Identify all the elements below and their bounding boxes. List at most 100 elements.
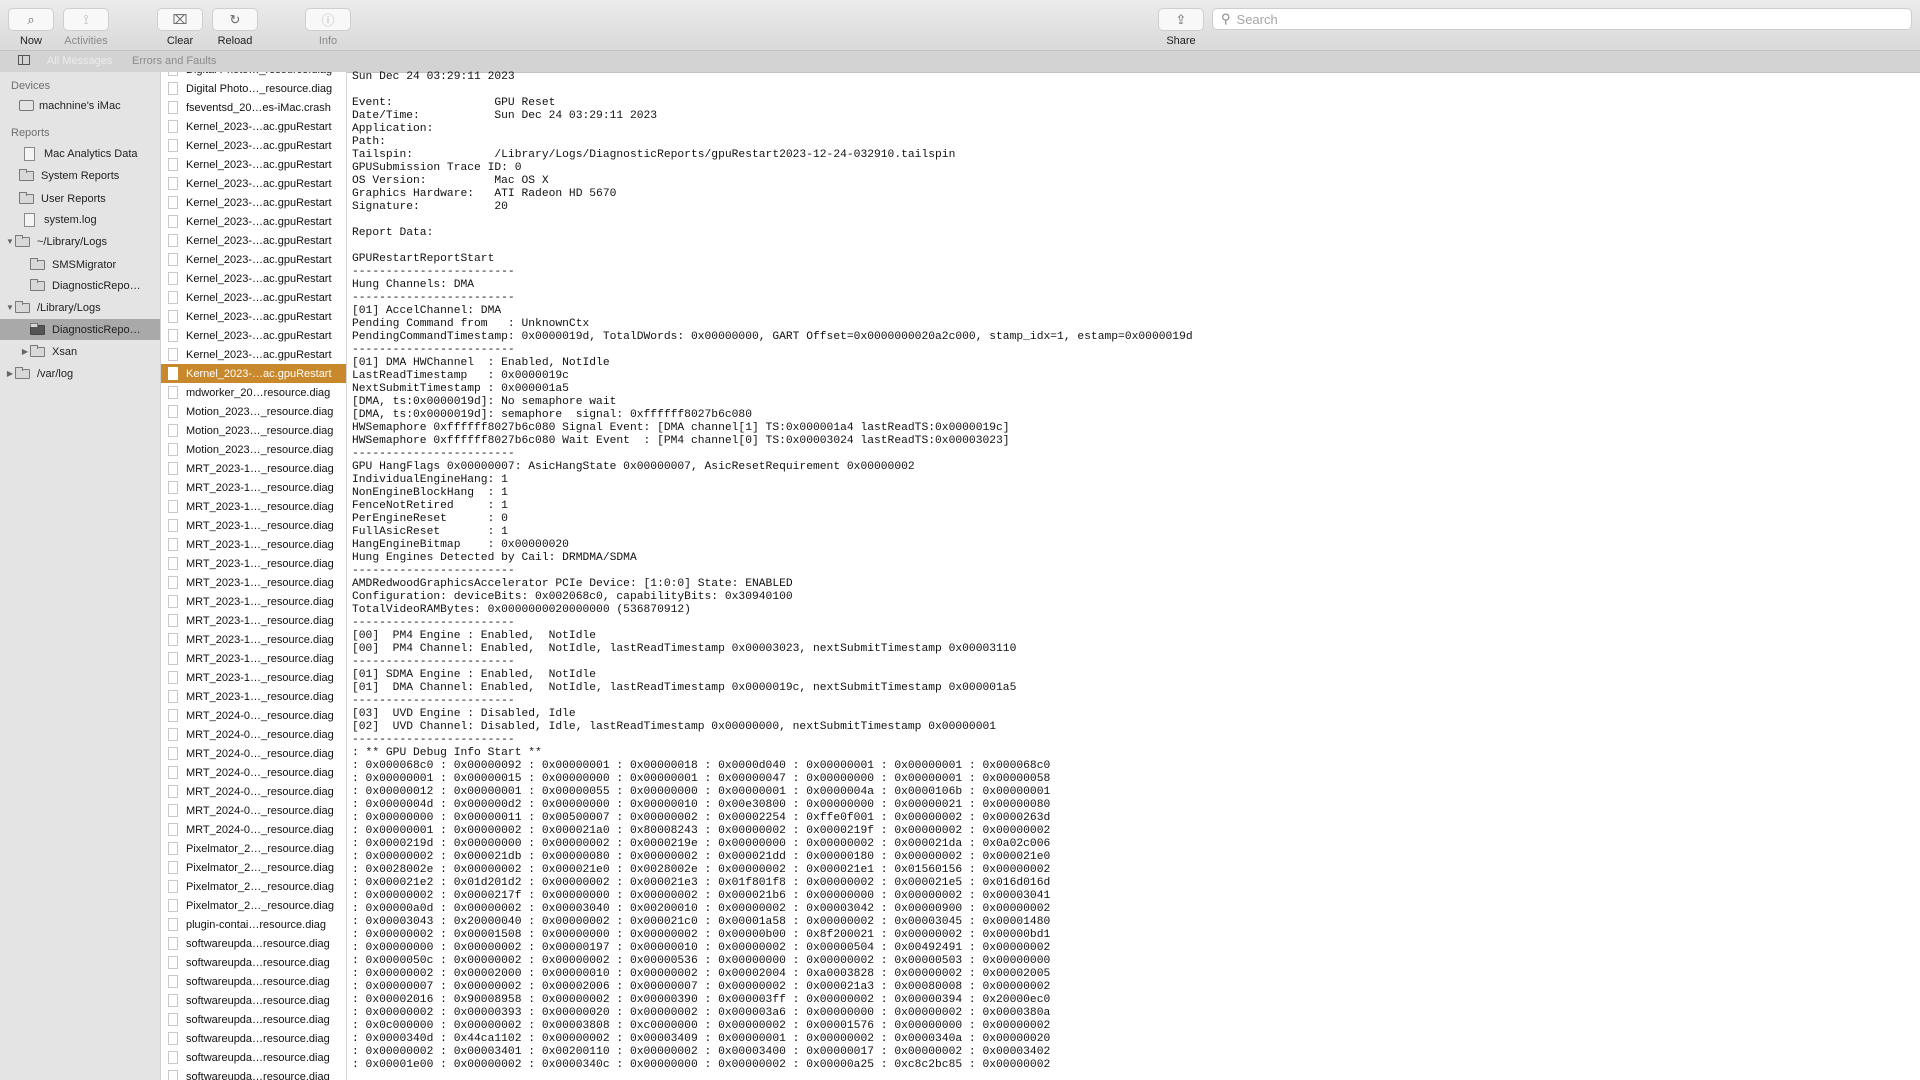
file-row[interactable]: Kernel_2023-…ac.gpuRestart bbox=[161, 155, 346, 174]
file-row[interactable]: MRT_2023-1…_resource.diag bbox=[161, 554, 346, 573]
file-row[interactable]: MRT_2023-1…_resource.diag bbox=[161, 630, 346, 649]
log-line: : 0x00001e00 : 0x00000002 : 0x0000340c :… bbox=[352, 1059, 1051, 1071]
log-line: GPURestartReportStart bbox=[352, 253, 495, 265]
file-row[interactable]: Kernel_2023-…ac.gpuRestart bbox=[161, 136, 346, 155]
file-row[interactable]: Kernel_2023-…ac.gpuRestart bbox=[161, 231, 346, 250]
now-button[interactable]: ⌕ Now bbox=[1, 0, 61, 47]
file-row[interactable]: MRT_2024-0…_resource.diag bbox=[161, 725, 346, 744]
file-row[interactable]: MRT_2024-0…_resource.diag bbox=[161, 820, 346, 839]
file-row[interactable]: softwareupda…resource.diag bbox=[161, 1067, 346, 1080]
file-row[interactable]: Kernel_2023-…ac.gpuRestart bbox=[161, 193, 346, 212]
disclosure-collapsed-icon[interactable]: ▶ bbox=[5, 369, 15, 378]
file-name: Motion_2023…_resource.diag bbox=[186, 424, 334, 437]
file-row[interactable]: Kernel_2023-…ac.gpuRestart bbox=[161, 212, 346, 231]
sidebar-item[interactable]: ▶ /var/log bbox=[0, 363, 160, 384]
disclosure-expanded-icon[interactable]: ▼ bbox=[5, 237, 15, 246]
sidebar-item[interactable]: system.log bbox=[0, 209, 160, 230]
report-file-list[interactable]: Digital Photo…_resource.diag Digital Phot… bbox=[161, 72, 347, 1080]
file-row[interactable]: softwareupda…resource.diag bbox=[161, 972, 346, 991]
file-row[interactable]: fseventsd_20…es-iMac.crash bbox=[161, 98, 346, 117]
file-row[interactable]: MRT_2023-1…_resource.diag bbox=[161, 497, 346, 516]
file-row[interactable]: MRT_2023-1…_resource.diag bbox=[161, 459, 346, 478]
file-row[interactable]: MRT_2024-0…_resource.diag bbox=[161, 763, 346, 782]
sidebar-item[interactable]: DiagnosticRepo… bbox=[0, 319, 160, 340]
file-row[interactable]: Kernel_2023-…ac.gpuRestart bbox=[161, 307, 346, 326]
file-row[interactable]: MRT_2023-1…_resource.diag bbox=[161, 668, 346, 687]
file-row[interactable]: MRT_2023-1…_resource.diag bbox=[161, 573, 346, 592]
file-row[interactable]: Kernel_2023-…ac.gpuRestart bbox=[161, 364, 346, 383]
sidebar-item[interactable]: SMSMigrator bbox=[0, 254, 160, 275]
file-row[interactable]: Motion_2023…_resource.diag bbox=[161, 440, 346, 459]
file-row[interactable]: plugin-contai…resource.diag bbox=[161, 915, 346, 934]
file-row[interactable]: softwareupda…resource.diag bbox=[161, 1048, 346, 1067]
sidebar-item[interactable]: ▼ /Library/Logs bbox=[0, 297, 160, 318]
file-row[interactable]: softwareupda…resource.diag bbox=[161, 953, 346, 972]
document-icon bbox=[168, 956, 178, 969]
file-row[interactable]: MRT_2023-1…_resource.diag bbox=[161, 649, 346, 668]
file-row[interactable]: Motion_2023…_resource.diag bbox=[161, 402, 346, 421]
file-row[interactable]: MRT_2024-0…_resource.diag bbox=[161, 782, 346, 801]
log-content[interactable]: Sun Dec 24 03:29:11 2023 Event: GPU Reset… bbox=[352, 71, 1912, 1080]
file-row[interactable]: Kernel_2023-…ac.gpuRestart bbox=[161, 117, 346, 136]
document-icon bbox=[168, 709, 178, 722]
file-name: Kernel_2023-…ac.gpuRestart bbox=[186, 367, 332, 380]
log-line: [03] UVD Engine : Disabled, Idle bbox=[352, 708, 576, 720]
file-row[interactable]: Pixelmator_2…_resource.diag bbox=[161, 858, 346, 877]
info-button[interactable]: ⓘ Info bbox=[298, 0, 358, 47]
file-row[interactable]: MRT_2023-1…_resource.diag bbox=[161, 478, 346, 497]
reload-button[interactable]: ↻ Reload bbox=[205, 0, 265, 47]
file-row[interactable]: Kernel_2023-…ac.gpuRestart bbox=[161, 269, 346, 288]
file-row[interactable]: Pixelmator_2…_resource.diag bbox=[161, 877, 346, 896]
log-line: : 0x00000002 : 0x00000393 : 0x00000020 :… bbox=[352, 1007, 1051, 1019]
file-row[interactable]: Digital Photo…_resource.diag bbox=[161, 79, 346, 98]
file-row[interactable]: MRT_2024-0…_resource.diag bbox=[161, 744, 346, 763]
file-row[interactable]: MRT_2023-1…_resource.diag bbox=[161, 535, 346, 554]
sidebar-item[interactable]: ▼ ~/Library/Logs bbox=[0, 231, 160, 252]
file-row[interactable]: softwareupda…resource.diag bbox=[161, 991, 346, 1010]
activities-button[interactable]: ⟟ Activities bbox=[56, 0, 116, 47]
file-name: Kernel_2023-…ac.gpuRestart bbox=[186, 158, 332, 171]
file-row[interactable]: Kernel_2023-…ac.gpuRestart bbox=[161, 326, 346, 345]
document-icon bbox=[168, 139, 178, 152]
document-icon bbox=[168, 747, 178, 760]
log-line: HangEngineBitmap : 0x00000020 bbox=[352, 539, 569, 551]
file-row[interactable]: MRT_2023-1…_resource.diag bbox=[161, 611, 346, 630]
log-line: Date/Time: Sun Dec 24 03:29:11 2023 bbox=[352, 110, 658, 122]
file-row[interactable]: softwareupda…resource.diag bbox=[161, 934, 346, 953]
file-row[interactable]: Motion_2023…_resource.diag bbox=[161, 421, 346, 440]
file-row[interactable]: MRT_2024-0…_resource.diag bbox=[161, 801, 346, 820]
file-row[interactable]: mdworker_20…resource.diag bbox=[161, 383, 346, 402]
file-name: Kernel_2023-…ac.gpuRestart bbox=[186, 348, 332, 361]
file-row[interactable]: softwareupda…resource.diag bbox=[161, 1029, 346, 1048]
sidebar-item[interactable]: System Reports bbox=[0, 165, 160, 186]
search-field[interactable]: ⚲ bbox=[1212, 8, 1912, 30]
file-row[interactable]: softwareupda…resource.diag bbox=[161, 1010, 346, 1029]
disclosure-expanded-icon[interactable]: ▼ bbox=[5, 303, 15, 312]
file-row[interactable]: MRT_2023-1…_resource.diag bbox=[161, 687, 346, 706]
sidebar-item-device[interactable]: machnine's iMac bbox=[0, 95, 160, 116]
search-input[interactable] bbox=[1234, 10, 1911, 28]
sidebar-item[interactable]: Mac Analytics Data bbox=[0, 143, 160, 164]
file-row[interactable]: MRT_2023-1…_resource.diag bbox=[161, 516, 346, 535]
file-row[interactable]: Pixelmator_2…_resource.diag bbox=[161, 839, 346, 858]
file-row[interactable]: MRT_2023-1…_resource.diag bbox=[161, 592, 346, 611]
sidebar-item[interactable]: User Reports bbox=[0, 188, 160, 209]
sidebar-item-label: User Reports bbox=[41, 192, 106, 205]
disclosure-collapsed-icon[interactable]: ▶ bbox=[20, 347, 30, 356]
share-button[interactable]: ⇪ Share bbox=[1151, 0, 1211, 47]
file-row[interactable]: Kernel_2023-…ac.gpuRestart bbox=[161, 288, 346, 307]
file-row[interactable]: Kernel_2023-…ac.gpuRestart bbox=[161, 174, 346, 193]
file-row[interactable]: Kernel_2023-…ac.gpuRestart bbox=[161, 250, 346, 269]
sidebar-item[interactable]: DiagnosticRepo… bbox=[0, 275, 160, 296]
reports-header: Reports bbox=[11, 127, 50, 139]
sidebar-toggle-icon[interactable] bbox=[18, 55, 30, 65]
file-row[interactable]: Digital Photo…_resource.diag bbox=[161, 72, 346, 79]
filter-errors-and-faults[interactable]: Errors and Faults bbox=[132, 55, 216, 67]
clear-button[interactable]: ⌧ Clear bbox=[150, 0, 210, 47]
file-row[interactable]: Pixelmator_2…_resource.diag bbox=[161, 896, 346, 915]
file-row[interactable]: Kernel_2023-…ac.gpuRestart bbox=[161, 345, 346, 364]
document-icon bbox=[168, 614, 178, 627]
sidebar-item[interactable]: ▶ Xsan bbox=[0, 341, 160, 362]
file-row[interactable]: MRT_2024-0…_resource.diag bbox=[161, 706, 346, 725]
filter-all-messages[interactable]: All Messages bbox=[47, 55, 112, 67]
